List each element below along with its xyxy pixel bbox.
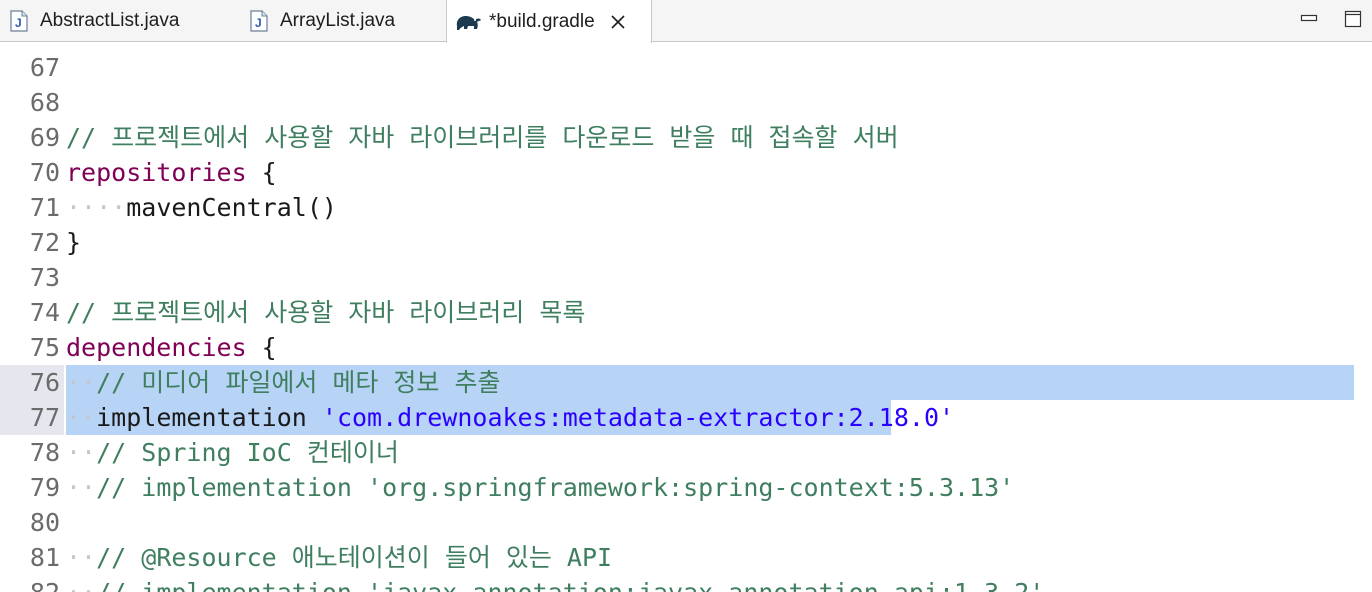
line-number: 69: [29, 123, 60, 152]
code-text: // 프로젝트에서 사용할 자바 라이브러리를 다운로드 받을 때 접속할 서버: [66, 120, 899, 155]
whitespace-marker: ··: [66, 368, 97, 397]
whitespace-marker: ··: [66, 438, 97, 467]
code-line-71[interactable]: 71 ····mavenCentral(): [0, 190, 1372, 225]
comment-token: // 프로젝트에서 사용할 자바 라이브러리 목록: [66, 298, 586, 327]
code-line-82[interactable]: 82··// implementation 'javax.annotation:…: [0, 575, 1372, 592]
tab-label: AbstractList.java: [40, 10, 180, 31]
code-line-72[interactable]: 72}: [0, 225, 1372, 260]
code-text: // 프로젝트에서 사용할 자바 라이브러리 목록: [66, 295, 585, 330]
whitespace-marker: ··: [66, 473, 97, 502]
svg-text:J: J: [15, 16, 22, 30]
editor-tab-bar: J AbstractList.java J ArrayList.java *bu…: [0, 0, 1372, 43]
whitespace-marker: ··: [66, 403, 97, 432]
line-number: 68: [29, 88, 60, 117]
tab-build-gradle[interactable]: *build.gradle: [446, 0, 652, 43]
code-token: {: [246, 333, 277, 362]
code-line-73[interactable]: 73: [0, 260, 1372, 295]
line-number: 80: [29, 508, 60, 537]
tab-label: ArrayList.java: [280, 10, 396, 31]
tab-label: *build.gradle: [489, 10, 595, 32]
line-number: 67: [29, 53, 60, 82]
line-number: 79: [29, 473, 60, 502]
line-number: 72: [29, 228, 60, 257]
code-text: dependencies {: [66, 330, 277, 365]
whitespace-marker: ····: [66, 193, 127, 222]
line-number: 76: [0, 365, 64, 400]
code-line-70[interactable]: 70 repositories {: [0, 155, 1372, 190]
svg-text:J: J: [255, 16, 262, 30]
code-text: ··// implementation 'javax.annotation:ja…: [66, 575, 1044, 592]
code-line-69[interactable]: 69// 프로젝트에서 사용할 자바 라이브러리를 다운로드 받을 때 접속할 …: [0, 120, 1372, 155]
line-number: 78: [29, 438, 60, 467]
code-line-67[interactable]: 67: [0, 50, 1372, 85]
code-text: ··// 미디어 파일에서 메타 정보 추출: [66, 365, 500, 400]
string-token: 'com.drewnoakes:metadata-extractor:2.18.…: [321, 403, 955, 432]
comment-token: // @Resource 애노테이션이 들어 있는 API: [96, 543, 613, 572]
line-number: 81: [29, 543, 60, 572]
minimize-icon[interactable]: [1300, 10, 1318, 28]
java-file-icon: J: [250, 10, 268, 32]
tab-abstractlist-java[interactable]: J AbstractList.java: [0, 0, 222, 42]
maximize-icon[interactable]: [1344, 10, 1362, 28]
comment-token: // Spring IoC 컨테이너: [96, 438, 399, 467]
code-line-80[interactable]: 80: [0, 505, 1372, 540]
code-line-74[interactable]: 74// 프로젝트에서 사용할 자바 라이브러리 목록: [0, 295, 1372, 330]
code-text: ··// implementation 'org.springframework…: [66, 470, 1014, 505]
line-number: 70: [29, 158, 60, 187]
comment-token: // implementation 'org.springframework:s…: [96, 473, 1015, 502]
code-token: {: [246, 158, 277, 187]
comment-token: // 프로젝트에서 사용할 자바 라이브러리를 다운로드 받을 때 접속할 서버: [66, 123, 899, 152]
java-file-icon: J: [10, 10, 28, 32]
line-number: 73: [29, 263, 60, 292]
code-text: ··// Spring IoC 컨테이너: [66, 435, 399, 470]
line-number: 82: [0, 575, 64, 592]
code-line-77[interactable]: 77 ··implementation 'com.drewnoakes:metad…: [0, 400, 1372, 435]
code-line-76[interactable]: 76 ··// 미디어 파일에서 메타 정보 추출: [0, 365, 1372, 400]
gradle-elephant-icon: [456, 15, 481, 30]
close-icon[interactable]: [609, 13, 627, 31]
code-token: implementation: [96, 403, 322, 432]
code-line-68[interactable]: 68: [0, 85, 1372, 120]
code-text: ····mavenCentral(): [66, 190, 337, 225]
code-line-81[interactable]: 81 ··// @Resource 애노테이션이 들어 있는 API: [0, 540, 1372, 575]
whitespace-marker: ··: [66, 543, 97, 572]
code-editor[interactable]: 67 68 69// 프로젝트에서 사용할 자바 라이브러리를 다운로드 받을 때 …: [0, 43, 1372, 592]
window-controls: [1292, 0, 1372, 42]
code-text: repositories {: [66, 155, 277, 190]
code-text: }: [66, 225, 81, 260]
tab-arraylist-java[interactable]: J ArrayList.java: [222, 0, 446, 42]
code-line-79[interactable]: 79 ··// implementation 'org.springframewo…: [0, 470, 1372, 505]
keyword-token: dependencies: [66, 333, 247, 362]
line-number: 77: [0, 400, 64, 435]
code-token: mavenCentral(): [126, 193, 337, 222]
comment-token: // 미디어 파일에서 메타 정보 추출: [96, 368, 501, 397]
code-line-75[interactable]: 75 dependencies {: [0, 330, 1372, 365]
code-line-78[interactable]: 78 ··// Spring IoC 컨테이너: [0, 435, 1372, 470]
code-token: }: [66, 228, 82, 257]
whitespace-marker: ··: [66, 578, 96, 592]
code-text: ··// @Resource 애노테이션이 들어 있는 API: [66, 540, 612, 575]
line-number: 71: [29, 193, 60, 222]
keyword-token: repositories: [66, 158, 247, 187]
line-number: 74: [29, 298, 60, 327]
code-text: ··implementation 'com.drewnoakes:metadat…: [66, 400, 954, 435]
comment-token: // implementation 'javax.annotation:java…: [96, 578, 1044, 592]
line-number: 75: [29, 333, 60, 362]
gradle-editor-window: J AbstractList.java J ArrayList.java *bu…: [0, 0, 1372, 592]
